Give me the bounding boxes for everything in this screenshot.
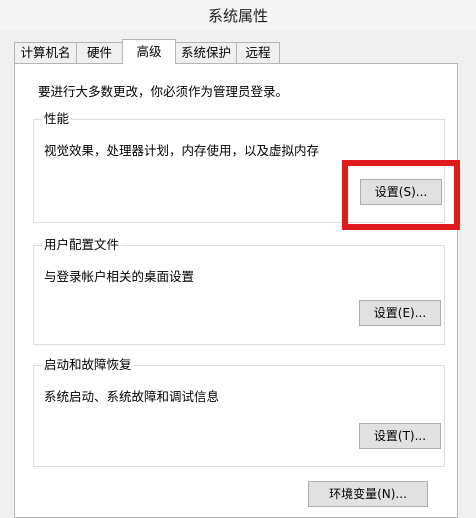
environment-variables-button[interactable]: 环境变量(N)... [308, 481, 428, 507]
startup-recovery-settings-button[interactable]: 设置(T)... [359, 423, 441, 449]
performance-group-title: 性能 [42, 111, 72, 127]
tab-computer-name[interactable]: 计算机名 [14, 42, 77, 63]
startup-recovery-group-title: 启动和故障恢复 [42, 357, 134, 373]
user-profiles-settings-button[interactable]: 设置(E)... [359, 300, 441, 326]
startup-recovery-description: 系统启动、系统故障和调试信息 [44, 389, 220, 404]
tab-system-protection[interactable]: 系统保护 [175, 42, 237, 63]
admin-notice: 要进行大多数更改，你必须作为管理员登录。 [38, 84, 289, 99]
advanced-tab-panel: 要进行大多数更改，你必须作为管理员登录。 性能 视觉效果，处理器计划，内存使用，… [14, 63, 458, 518]
window-title: 系统属性 [207, 7, 268, 25]
tab-advanced[interactable]: 高级 [122, 39, 176, 64]
red-highlight-box [342, 160, 460, 230]
user-profiles-group-title: 用户配置文件 [42, 237, 122, 253]
user-profiles-group: 用户配置文件 与登录帐户相关的桌面设置 [33, 237, 445, 345]
user-profiles-description: 与登录帐户相关的桌面设置 [44, 269, 195, 284]
tab-hardware[interactable]: 硬件 [76, 42, 123, 63]
tab-remote[interactable]: 远程 [236, 42, 280, 63]
title-bar: 系统属性 [0, 0, 476, 30]
performance-description: 视觉效果，处理器计划，内存使用，以及虚拟内存 [44, 143, 320, 158]
startup-recovery-group: 启动和故障恢复 系统启动、系统故障和调试信息 [33, 357, 445, 467]
